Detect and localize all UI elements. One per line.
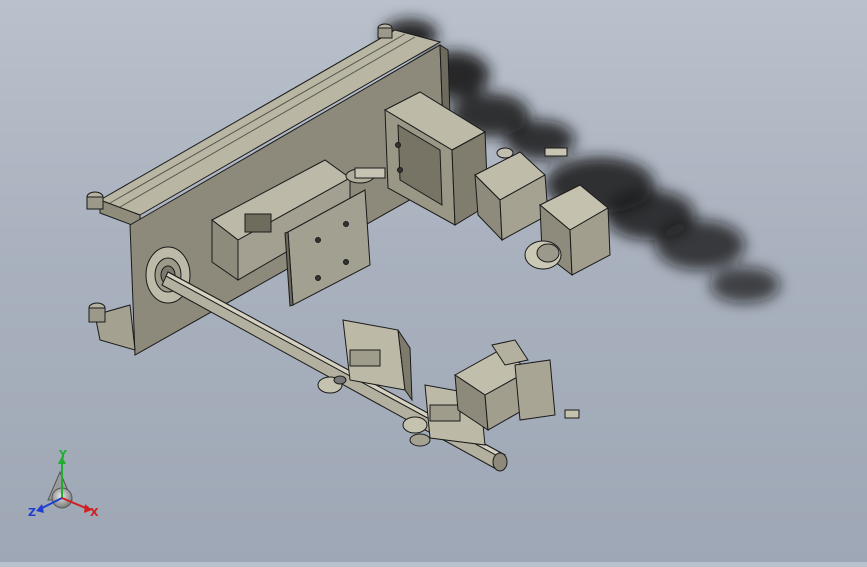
z-axis-label: Z bbox=[28, 506, 36, 519]
x-axis-label: X bbox=[90, 506, 99, 519]
view-orientation-triad[interactable]: Y X Z bbox=[28, 448, 99, 519]
gripper-unit[interactable] bbox=[454, 339, 580, 431]
cad-assembly-model[interactable]: Y X Z bbox=[0, 0, 867, 562]
model-viewport[interactable]: Y X Z bbox=[0, 0, 867, 562]
z-axis-arrow bbox=[36, 504, 44, 513]
y-axis-label: Y bbox=[58, 448, 68, 461]
